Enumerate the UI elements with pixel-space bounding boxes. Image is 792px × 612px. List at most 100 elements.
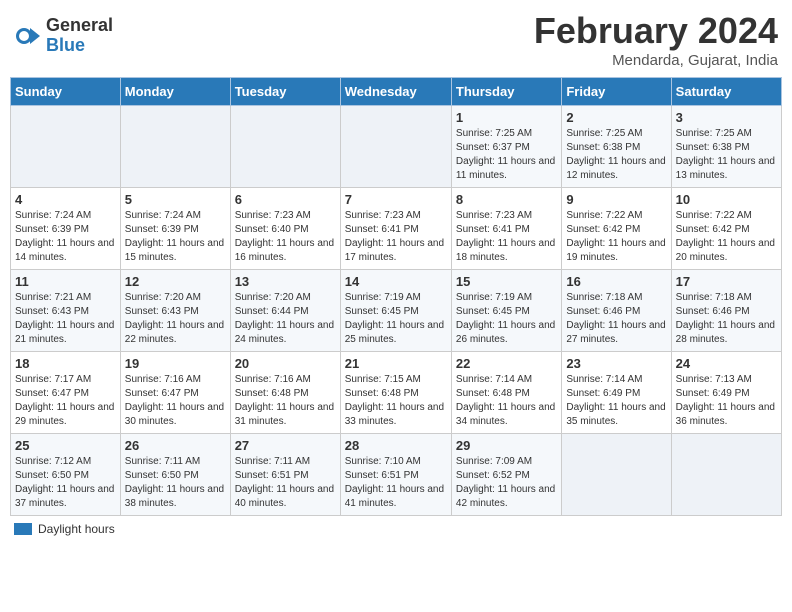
- weekday-header-friday: Friday: [562, 78, 671, 106]
- month-title: February 2024: [534, 10, 778, 52]
- day-number: 22: [456, 356, 557, 371]
- calendar-cell: 19Sunrise: 7:16 AM Sunset: 6:47 PM Dayli…: [120, 352, 230, 434]
- day-number: 1: [456, 110, 557, 125]
- day-info: Sunrise: 7:13 AM Sunset: 6:49 PM Dayligh…: [676, 373, 777, 429]
- day-number: 9: [566, 192, 666, 207]
- calendar-cell: 17Sunrise: 7:18 AM Sunset: 6:46 PM Dayli…: [671, 270, 781, 352]
- day-info: Sunrise: 7:14 AM Sunset: 6:49 PM Dayligh…: [566, 373, 666, 429]
- day-number: 4: [15, 192, 116, 207]
- day-info: Sunrise: 7:16 AM Sunset: 6:48 PM Dayligh…: [235, 373, 336, 429]
- day-info: Sunrise: 7:22 AM Sunset: 6:42 PM Dayligh…: [566, 209, 666, 265]
- calendar-cell: 8Sunrise: 7:23 AM Sunset: 6:41 PM Daylig…: [451, 188, 561, 270]
- calendar-cell: [671, 434, 781, 516]
- day-info: Sunrise: 7:14 AM Sunset: 6:48 PM Dayligh…: [456, 373, 557, 429]
- calendar-week-4: 18 Sunrise: 7:17 AM Sunset: 6:47 PM Dayli…: [11, 352, 782, 434]
- day-number: 7: [345, 192, 447, 207]
- calendar-cell: 20 Sunrise: 7:16 AM Sunset: 6:48 PM Dayli…: [230, 352, 340, 434]
- day-number: 18: [15, 356, 116, 371]
- calendar-week-3: 11Sunrise: 7:21 AM Sunset: 6:43 PM Dayli…: [11, 270, 782, 352]
- day-number: 21: [345, 356, 447, 371]
- calendar-cell: 2 Sunrise: 7:25 AM Sunset: 6:38 PM Daylig…: [562, 106, 671, 188]
- logo-general-text: General: [46, 16, 113, 36]
- calendar-cell: 15 Sunrise: 7:19 AM Sunset: 6:45 PM Dayli…: [451, 270, 561, 352]
- calendar-cell: 22 Sunrise: 7:14 AM Sunset: 6:48 PM Dayli…: [451, 352, 561, 434]
- calendar-cell: [120, 106, 230, 188]
- day-number: 5: [125, 192, 226, 207]
- calendar-cell: 7 Sunrise: 7:23 AM Sunset: 6:41 PM Daylig…: [340, 188, 451, 270]
- day-number: 12: [125, 274, 226, 289]
- logo-blue-text: Blue: [46, 36, 113, 56]
- weekday-header-row: SundayMondayTuesdayWednesdayThursdayFrid…: [11, 78, 782, 106]
- day-info: Sunrise: 7:25 AM Sunset: 6:37 PM Dayligh…: [456, 127, 557, 183]
- day-info: Sunrise: 7:18 AM Sunset: 6:46 PM Dayligh…: [566, 291, 666, 347]
- calendar-cell: 12 Sunrise: 7:20 AM Sunset: 6:43 PM Dayli…: [120, 270, 230, 352]
- calendar-cell: 5 Sunrise: 7:24 AM Sunset: 6:39 PM Daylig…: [120, 188, 230, 270]
- title-block: February 2024 Mendarda, Gujarat, India: [534, 10, 778, 69]
- legend: Daylight hours: [10, 522, 782, 536]
- day-number: 2: [566, 110, 666, 125]
- logo: General Blue: [14, 16, 113, 56]
- calendar-cell: [562, 434, 671, 516]
- calendar-cell: 13 Sunrise: 7:20 AM Sunset: 6:44 PM Dayli…: [230, 270, 340, 352]
- calendar-cell: [11, 106, 121, 188]
- day-number: 25: [15, 438, 116, 453]
- day-number: 29: [456, 438, 557, 453]
- calendar-cell: 1 Sunrise: 7:25 AM Sunset: 6:37 PM Daylig…: [451, 106, 561, 188]
- day-info: Sunrise: 7:25 AM Sunset: 6:38 PM Dayligh…: [566, 127, 666, 183]
- calendar-cell: 6 Sunrise: 7:23 AM Sunset: 6:40 PM Daylig…: [230, 188, 340, 270]
- calendar-cell: 24Sunrise: 7:13 AM Sunset: 6:49 PM Dayli…: [671, 352, 781, 434]
- calendar-cell: 16Sunrise: 7:18 AM Sunset: 6:46 PM Dayli…: [562, 270, 671, 352]
- day-number: 15: [456, 274, 557, 289]
- location-text: Mendarda, Gujarat, India: [534, 52, 778, 69]
- legend-label: Daylight hours: [38, 522, 115, 536]
- calendar-cell: 14Sunrise: 7:19 AM Sunset: 6:45 PM Dayli…: [340, 270, 451, 352]
- day-number: 8: [456, 192, 557, 207]
- calendar-cell: 3 Sunrise: 7:25 AM Sunset: 6:38 PM Daylig…: [671, 106, 781, 188]
- day-number: 14: [345, 274, 447, 289]
- calendar-cell: 26 Sunrise: 7:11 AM Sunset: 6:50 PM Dayli…: [120, 434, 230, 516]
- calendar-cell: 28 Sunrise: 7:10 AM Sunset: 6:51 PM Dayli…: [340, 434, 451, 516]
- day-info: Sunrise: 7:24 AM Sunset: 6:39 PM Dayligh…: [125, 209, 226, 265]
- weekday-header-sunday: Sunday: [11, 78, 121, 106]
- calendar-table: SundayMondayTuesdayWednesdayThursdayFrid…: [10, 77, 782, 516]
- calendar-cell: 21 Sunrise: 7:15 AM Sunset: 6:48 PM Dayli…: [340, 352, 451, 434]
- day-number: 3: [676, 110, 777, 125]
- calendar-cell: 25 Sunrise: 7:12 AM Sunset: 6:50 PM Dayli…: [11, 434, 121, 516]
- day-info: Sunrise: 7:25 AM Sunset: 6:38 PM Dayligh…: [676, 127, 777, 183]
- logo-text: General Blue: [46, 16, 113, 56]
- day-info: Sunrise: 7:17 AM Sunset: 6:47 PM Dayligh…: [15, 373, 116, 429]
- calendar-cell: 23Sunrise: 7:14 AM Sunset: 6:49 PM Dayli…: [562, 352, 671, 434]
- day-info: Sunrise: 7:12 AM Sunset: 6:50 PM Dayligh…: [15, 455, 116, 511]
- day-number: 13: [235, 274, 336, 289]
- day-number: 10: [676, 192, 777, 207]
- day-info: Sunrise: 7:20 AM Sunset: 6:43 PM Dayligh…: [125, 291, 226, 347]
- day-number: 28: [345, 438, 447, 453]
- day-number: 20: [235, 356, 336, 371]
- day-number: 6: [235, 192, 336, 207]
- day-info: Sunrise: 7:20 AM Sunset: 6:44 PM Dayligh…: [235, 291, 336, 347]
- calendar-cell: 10Sunrise: 7:22 AM Sunset: 6:42 PM Dayli…: [671, 188, 781, 270]
- day-info: Sunrise: 7:19 AM Sunset: 6:45 PM Dayligh…: [456, 291, 557, 347]
- day-info: Sunrise: 7:11 AM Sunset: 6:50 PM Dayligh…: [125, 455, 226, 511]
- day-info: Sunrise: 7:24 AM Sunset: 6:39 PM Dayligh…: [15, 209, 116, 265]
- calendar-cell: 4 Sunrise: 7:24 AM Sunset: 6:39 PM Daylig…: [11, 188, 121, 270]
- day-info: Sunrise: 7:10 AM Sunset: 6:51 PM Dayligh…: [345, 455, 447, 511]
- calendar-cell: [230, 106, 340, 188]
- day-info: Sunrise: 7:11 AM Sunset: 6:51 PM Dayligh…: [235, 455, 336, 511]
- day-number: 19: [125, 356, 226, 371]
- weekday-header-thursday: Thursday: [451, 78, 561, 106]
- legend-color-box: [14, 523, 32, 535]
- weekday-header-wednesday: Wednesday: [340, 78, 451, 106]
- weekday-header-tuesday: Tuesday: [230, 78, 340, 106]
- day-info: Sunrise: 7:23 AM Sunset: 6:41 PM Dayligh…: [345, 209, 447, 265]
- calendar-cell: 11Sunrise: 7:21 AM Sunset: 6:43 PM Dayli…: [11, 270, 121, 352]
- day-info: Sunrise: 7:18 AM Sunset: 6:46 PM Dayligh…: [676, 291, 777, 347]
- day-info: Sunrise: 7:15 AM Sunset: 6:48 PM Dayligh…: [345, 373, 447, 429]
- weekday-header-monday: Monday: [120, 78, 230, 106]
- day-number: 26: [125, 438, 226, 453]
- day-info: Sunrise: 7:23 AM Sunset: 6:40 PM Dayligh…: [235, 209, 336, 265]
- day-info: Sunrise: 7:09 AM Sunset: 6:52 PM Dayligh…: [456, 455, 557, 511]
- calendar-cell: 9 Sunrise: 7:22 AM Sunset: 6:42 PM Daylig…: [562, 188, 671, 270]
- day-number: 11: [15, 274, 116, 289]
- day-number: 27: [235, 438, 336, 453]
